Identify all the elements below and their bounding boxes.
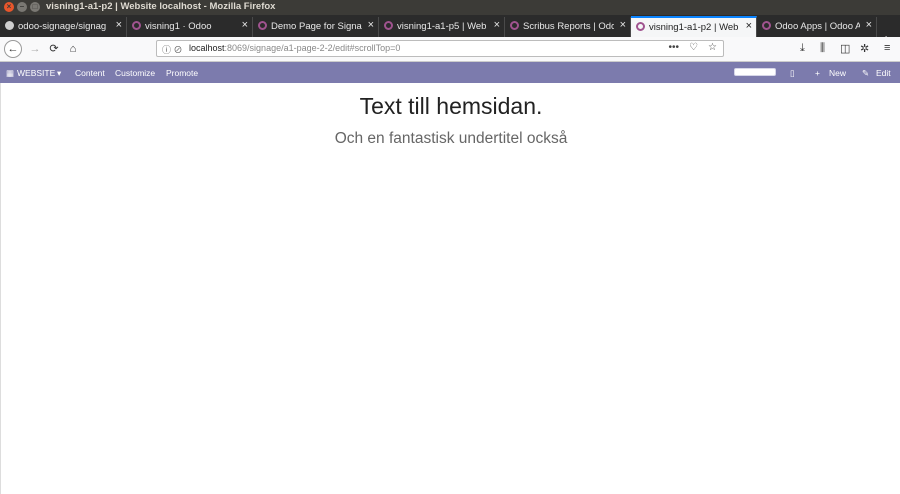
pocket-icon[interactable]: ♡ xyxy=(689,42,698,53)
tab-odoo-apps[interactable]: Odoo Apps | Odoo Ap × xyxy=(757,17,877,37)
tab-visning1-a1-p2[interactable]: visning1-a1-p2 | Web × xyxy=(631,16,757,37)
bug-icon[interactable]: ✲ xyxy=(860,42,869,55)
window-close-button[interactable]: × xyxy=(4,2,14,12)
url-bar[interactable]: ⓘ ⊘ localhost:8069/signage/a1-page-2-2/e… xyxy=(156,40,724,57)
tab-label: odoo-signage/signag xyxy=(18,21,107,32)
close-tab-icon[interactable]: × xyxy=(368,19,374,31)
page-actions-icon[interactable]: ••• xyxy=(669,42,680,53)
reload-button[interactable]: ⟳ xyxy=(45,40,63,58)
url-text[interactable]: localhost:8069/signage/a1-page-2-2/edit#… xyxy=(189,43,400,53)
downloads-icon[interactable]: ⤓ xyxy=(800,42,805,55)
odoo-website-bar: ▦ WEBSITE ▾ Content Customize Promote ▯ … xyxy=(0,62,900,83)
tab-visning1-odoo[interactable]: visning1 · Odoo × xyxy=(127,17,253,37)
odoo-icon xyxy=(258,21,267,30)
apps-grid-icon[interactable]: ▦ xyxy=(6,68,14,79)
tab-visning1-a1-p5[interactable]: visning1-a1-p5 | Web × xyxy=(379,17,505,37)
tab-label: visning1 · Odoo xyxy=(145,21,212,32)
tab-label: visning1-a1-p2 | Web xyxy=(649,22,739,33)
tab-strip: odoo-signage/signag × visning1 · Odoo × … xyxy=(0,15,900,47)
tab-label: Odoo Apps | Odoo Ap xyxy=(775,21,860,32)
window-titlebar: × – □ visning1-a1-p2 | Website localhost… xyxy=(0,0,900,15)
close-tab-icon[interactable]: × xyxy=(494,19,500,31)
sidebar-icon[interactable]: ◫ xyxy=(840,42,850,55)
odoo-icon xyxy=(132,21,141,30)
mobile-preview-icon[interactable]: ▯ xyxy=(790,68,795,79)
website-menu-chevron-icon[interactable]: ▾ xyxy=(57,68,61,79)
menu-icon[interactable]: ≡ xyxy=(884,42,890,54)
tab-label: visning1-a1-p5 | Web xyxy=(397,21,487,32)
tab-odoo-signage[interactable]: odoo-signage/signag × xyxy=(0,17,127,37)
github-icon xyxy=(5,21,14,30)
url-host: localhost xyxy=(189,43,225,53)
content-menu[interactable]: Content xyxy=(75,68,105,78)
navigation-toolbar: ← → ⟳ ⌂ ⓘ ⊘ localhost:8069/signage/a1-pa… xyxy=(0,37,900,62)
tab-label: Scribus Reports | Odo xyxy=(523,21,614,32)
tab-demo-page[interactable]: Demo Page for Signa × xyxy=(253,17,379,37)
odoo-icon xyxy=(510,21,519,30)
promote-menu[interactable]: Promote xyxy=(166,68,198,78)
close-tab-icon[interactable]: × xyxy=(866,19,872,31)
url-path: :8069/signage/a1-page-2-2/edit#scrollTop… xyxy=(224,43,401,53)
customize-menu[interactable]: Customize xyxy=(115,68,155,78)
window-title: visning1-a1-p2 | Website localhost - Moz… xyxy=(46,1,276,12)
edit-button[interactable]: Edit xyxy=(876,68,891,78)
website-menu[interactable]: WEBSITE xyxy=(17,68,55,78)
page-content: Text till hemsidan. Och en fantastisk un… xyxy=(0,83,900,494)
close-tab-icon[interactable]: × xyxy=(620,19,626,31)
pencil-icon[interactable]: ✎ xyxy=(862,68,869,79)
close-tab-icon[interactable]: × xyxy=(242,19,248,31)
tab-scribus-reports[interactable]: Scribus Reports | Odo × xyxy=(505,17,631,37)
back-button[interactable]: ← xyxy=(4,40,22,58)
page-title: Text till hemsidan. xyxy=(359,93,543,119)
close-tab-icon[interactable]: × xyxy=(746,20,752,32)
window-controls: × – □ xyxy=(4,2,40,12)
odoo-icon xyxy=(636,22,645,31)
page-subtitle: Och en fantastisk undertitel också xyxy=(334,130,568,147)
progress-bar xyxy=(734,68,776,76)
site-info-icon[interactable]: ⓘ ⊘ xyxy=(162,43,183,56)
bookmark-star-icon[interactable]: ☆ xyxy=(708,42,717,53)
library-icon[interactable]: ⫼ xyxy=(820,42,825,55)
odoo-icon xyxy=(762,21,771,30)
close-tab-icon[interactable]: × xyxy=(116,19,122,31)
tab-label: Demo Page for Signa xyxy=(271,21,362,32)
new-button[interactable]: New xyxy=(829,68,846,78)
window-minimize-button[interactable]: – xyxy=(17,2,27,12)
home-button[interactable]: ⌂ xyxy=(64,40,82,58)
window-maximize-button[interactable]: □ xyxy=(30,2,40,12)
odoo-icon xyxy=(384,21,393,30)
forward-button[interactable]: → xyxy=(26,40,44,58)
plus-icon[interactable]: + xyxy=(815,68,820,78)
